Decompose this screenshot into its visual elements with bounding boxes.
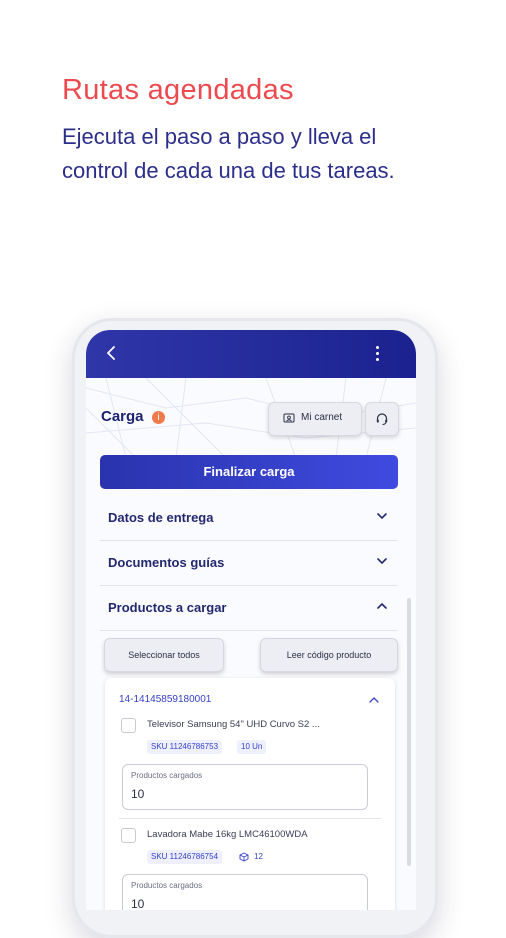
accordion-guide-documents[interactable]: Documentos guías [100, 541, 398, 586]
accordion-delivery-data[interactable]: Datos de entrega [100, 496, 398, 541]
chevron-up-icon [377, 602, 387, 609]
product-name: Televisor Samsung 54" UHD Curvo S2 ... [147, 719, 320, 730]
accordion-label: Datos de entrega [108, 510, 214, 525]
app-bar [86, 330, 416, 378]
accordion-products-to-load[interactable]: Productos a cargar [100, 586, 398, 631]
loaded-products-field[interactable]: Productos cargados 10 [122, 764, 368, 810]
select-all-button[interactable]: Seleccionar todos [104, 638, 224, 672]
field-label: Productos cargados [131, 771, 203, 780]
app-screen: Carga i Mi carnet Finalizar carga Datos … [86, 330, 416, 910]
quantity-chip: 10 Un [237, 740, 267, 754]
chevron-down-icon [377, 558, 387, 565]
chevron-up-icon[interactable] [369, 696, 379, 704]
id-card-icon [283, 413, 295, 423]
finalize-load-button[interactable]: Finalizar carga [100, 455, 398, 489]
product-name: Lavadora Mabe 16kg LMC46100WDA [147, 829, 308, 840]
accordion-label: Productos a cargar [108, 600, 227, 615]
quantity-chip: 12 [254, 852, 263, 861]
chevron-left-icon[interactable] [102, 342, 122, 364]
product-checkbox[interactable] [121, 828, 136, 843]
product-checkbox[interactable] [121, 718, 136, 733]
more-vertical-icon[interactable] [376, 346, 380, 362]
promo-headline: Rutas agendadas [62, 74, 294, 106]
info-badge-icon: i [152, 411, 165, 424]
page-title: Carga [101, 408, 144, 425]
order-card: 14-14145859180001 Televisor Samsung 54" … [105, 678, 395, 910]
field-value: 10 [131, 787, 145, 801]
sku-chip: SKU 11246786754 [147, 850, 223, 864]
sku-chip: SKU 11246786753 [147, 740, 223, 754]
read-product-code-button[interactable]: Leer código producto [260, 638, 398, 672]
box-icon [239, 852, 249, 862]
order-id[interactable]: 14-14145859180001 [119, 694, 211, 705]
chevron-down-icon [377, 513, 387, 520]
promo-subline: Ejecuta el paso a paso y lleva el contro… [62, 124, 395, 183]
scrollbar[interactable] [407, 598, 411, 866]
loaded-products-field[interactable]: Productos cargados 10 [122, 874, 368, 910]
field-label: Productos cargados [131, 881, 203, 890]
support-button[interactable] [365, 402, 399, 436]
headset-icon [376, 413, 388, 425]
carnet-label: Mi carnet [301, 412, 343, 423]
item-divider [119, 818, 381, 819]
field-value: 10 [131, 897, 145, 910]
carnet-button[interactable]: Mi carnet [268, 402, 362, 436]
accordion-label: Documentos guías [108, 555, 225, 570]
